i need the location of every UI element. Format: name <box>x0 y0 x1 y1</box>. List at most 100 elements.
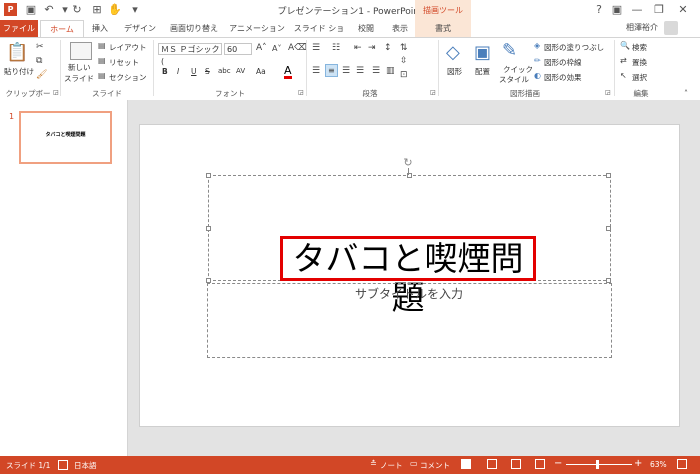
restore-icon[interactable]: ❐ <box>650 2 668 18</box>
reset-button[interactable]: リセット <box>109 57 139 68</box>
fit-to-window-icon[interactable] <box>677 459 687 469</box>
subtitle-placeholder-text[interactable]: サブタイトルを入力 <box>207 285 611 302</box>
start-from-beginning-icon[interactable]: ⊞ <box>90 3 104 17</box>
drawing-launcher-icon[interactable]: ◲ <box>605 89 611 96</box>
notes-button[interactable]: ノート <box>380 460 403 471</box>
normal-view-icon[interactable] <box>461 459 471 469</box>
shape-outline-icon[interactable]: ✏ <box>534 56 541 65</box>
zoom-in-icon[interactable]: + <box>634 458 642 469</box>
numbering-icon[interactable]: ☷ <box>332 43 340 53</box>
tab-animations[interactable]: アニメーション <box>228 22 286 36</box>
avatar[interactable] <box>664 21 678 35</box>
copy-icon[interactable]: ⧉ <box>36 56 42 66</box>
tab-home[interactable]: ホーム <box>40 20 84 38</box>
shapes-button[interactable]: 図形 <box>447 66 462 77</box>
select-icon[interactable]: ↖ <box>620 71 627 80</box>
change-case-button[interactable]: Aa <box>256 67 266 76</box>
justify-icon[interactable]: ☰ <box>356 66 364 76</box>
zoom-out-icon[interactable]: − <box>554 458 562 469</box>
quick-styles-icon[interactable]: ✎ <box>502 40 517 61</box>
shape-fill-icon[interactable]: ◈ <box>534 41 540 50</box>
comments-button[interactable]: コメント <box>420 460 450 471</box>
font-size-select[interactable]: 60 <box>224 43 252 55</box>
replace-icon[interactable]: ⇄ <box>620 56 627 65</box>
character-spacing-button[interactable]: AV <box>236 67 245 75</box>
paste-button[interactable]: 貼り付け <box>4 66 34 77</box>
reset-icon[interactable]: ▤ <box>98 56 106 65</box>
close-icon[interactable]: ✕ <box>674 2 692 18</box>
tab-format[interactable]: 書式 <box>415 20 471 37</box>
slide-title[interactable]: タバコと喫煙問題 <box>280 236 536 317</box>
resize-handle[interactable] <box>206 226 211 231</box>
line-spacing-icon[interactable]: ↕ <box>384 43 392 53</box>
comments-icon[interactable]: ▭ <box>410 459 418 468</box>
select-button[interactable]: 選択 <box>632 72 647 83</box>
undo-icon[interactable]: ↶ <box>42 3 56 17</box>
notes-icon[interactable]: ≛ <box>370 459 377 468</box>
bold-button[interactable]: B <box>162 67 168 76</box>
new-slide-label-1[interactable]: 新しい <box>68 62 91 73</box>
resize-handle[interactable] <box>206 173 211 178</box>
replace-button[interactable]: 置換 <box>632 57 647 68</box>
tab-design[interactable]: デザイン <box>120 22 160 36</box>
new-slide-button[interactable]: スライド <box>64 73 94 84</box>
quick-styles-button[interactable]: スタイル <box>499 74 529 85</box>
section-button[interactable]: セクション <box>109 72 147 83</box>
powerpoint-app-icon[interactable]: P <box>4 3 17 16</box>
collapse-ribbon-icon[interactable]: ˄ <box>684 89 688 98</box>
tab-file[interactable]: ファイル <box>0 20 38 37</box>
save-icon[interactable]: ▣ <box>24 3 38 17</box>
align-right-icon[interactable]: ☰ <box>342 66 350 76</box>
bullets-icon[interactable]: ☰ <box>312 43 320 53</box>
shadow-button[interactable]: abc <box>218 67 231 75</box>
reading-view-icon[interactable] <box>511 459 521 469</box>
customize-quick-access-icon[interactable]: ▾ <box>128 3 142 17</box>
user-name[interactable]: 相澤裕介 <box>626 22 658 33</box>
strikethrough-button[interactable]: S <box>205 67 210 76</box>
new-slide-icon[interactable] <box>70 42 92 60</box>
decrease-font-size-icon[interactable]: A˅ <box>272 44 281 53</box>
slide-sorter-icon[interactable] <box>487 459 497 469</box>
zoom-level[interactable]: 63% <box>650 460 667 469</box>
zoom-slider[interactable] <box>566 464 632 465</box>
minimize-icon[interactable]: — <box>628 2 646 18</box>
underline-button[interactable]: U <box>191 67 197 76</box>
arrange-icon[interactable]: ▣ <box>474 42 491 63</box>
columns-icon[interactable]: ▥ <box>386 66 395 76</box>
paste-icon[interactable]: 📋 <box>6 42 28 64</box>
tab-slideshow[interactable]: スライド ショー <box>290 22 348 47</box>
clipboard-launcher-icon[interactable]: ◲ <box>53 89 59 96</box>
layout-button[interactable]: レイアウト <box>109 42 147 53</box>
paragraph-launcher-icon[interactable]: ◲ <box>430 89 436 96</box>
arrange-button[interactable]: 配置 <box>475 66 490 77</box>
ribbon-display-options-icon[interactable]: ▣ <box>608 2 626 18</box>
layout-icon[interactable]: ▤ <box>98 41 106 50</box>
shape-outline-button[interactable]: 図形の枠線 <box>544 57 582 68</box>
format-painter-icon[interactable]: 🖌 <box>36 70 47 80</box>
tab-transitions[interactable]: 画面切り替え <box>166 22 222 36</box>
touch-mode-icon[interactable]: ✋ <box>108 3 122 17</box>
font-launcher-icon[interactable]: ◲ <box>298 89 304 96</box>
cut-icon[interactable]: ✂ <box>36 42 44 52</box>
shape-effects-button[interactable]: 図形の効果 <box>544 72 582 83</box>
find-button[interactable]: 検索 <box>632 42 647 53</box>
tab-insert[interactable]: 挿入 <box>86 22 114 36</box>
decrease-indent-icon[interactable]: ⇤ <box>354 43 362 53</box>
font-name-select[interactable]: ＭＳ Ｐゴシック ( <box>158 43 222 66</box>
clear-formatting-icon[interactable]: A⌫ <box>288 43 307 53</box>
find-icon[interactable]: 🔍 <box>620 41 630 50</box>
align-left-icon[interactable]: ☰ <box>312 66 320 76</box>
help-icon[interactable]: ? <box>590 2 608 18</box>
increase-font-size-icon[interactable]: A˄ <box>256 43 267 53</box>
section-icon[interactable]: ▤ <box>98 71 106 80</box>
resize-handle[interactable] <box>606 173 611 178</box>
shape-fill-button[interactable]: 図形の塗りつぶし <box>544 42 604 53</box>
spell-check-icon[interactable] <box>58 460 68 470</box>
tab-view[interactable]: 表示 <box>386 22 414 36</box>
shapes-icon[interactable]: ◇ <box>446 42 460 63</box>
zoom-slider-thumb[interactable] <box>596 460 599 469</box>
font-color-icon[interactable]: A <box>284 65 292 79</box>
slideshow-view-icon[interactable] <box>535 459 545 469</box>
language-indicator[interactable]: 日本語 <box>74 460 97 471</box>
tab-review[interactable]: 校閲 <box>352 22 380 36</box>
